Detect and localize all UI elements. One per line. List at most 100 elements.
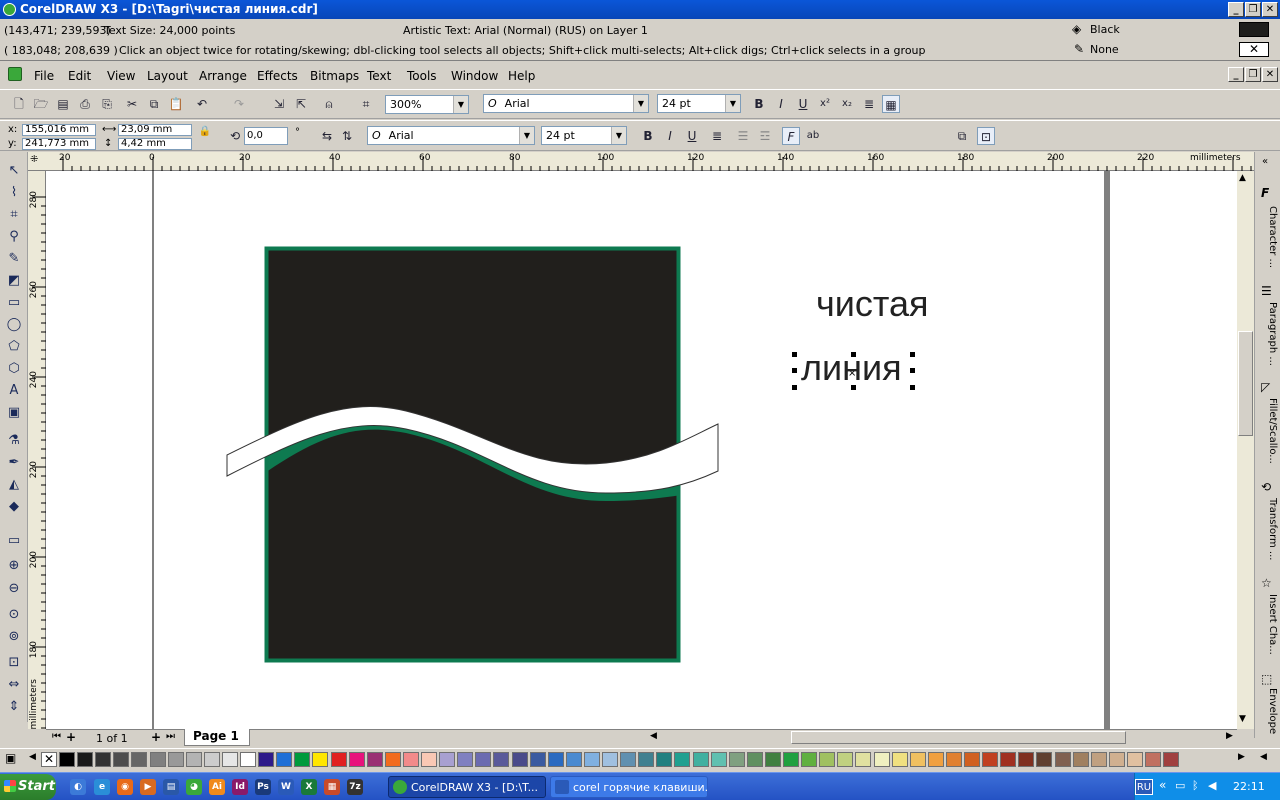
ie-icon[interactable]: e <box>94 779 110 795</box>
menu-text[interactable]: Text <box>367 69 391 83</box>
palette-swatch[interactable] <box>150 752 166 767</box>
close-button[interactable]: ✕ <box>1262 2 1278 17</box>
palette-swatch[interactable] <box>77 752 93 767</box>
palette-swatch[interactable] <box>1073 752 1089 767</box>
zoom-view-icon[interactable]: ▭ <box>5 532 23 550</box>
scroll-up-icon[interactable]: ▲ <box>1239 173 1246 183</box>
archive-icon[interactable]: ▦ <box>324 779 340 795</box>
align-icon[interactable]: ≣ <box>860 95 878 113</box>
palette-swatch[interactable] <box>131 752 147 767</box>
palette-swatch[interactable] <box>493 752 509 767</box>
palette-swatch[interactable] <box>1163 752 1179 767</box>
zoom-height-icon[interactable]: ⇕ <box>5 698 23 716</box>
menu-help[interactable]: Help <box>508 69 535 83</box>
arrange-front-icon[interactable]: ⧉ <box>953 127 971 145</box>
no-color-swatch[interactable]: ✕ <box>41 752 57 767</box>
docker-tab-character[interactable]: Character ... <box>1258 206 1278 268</box>
zoom-selected-icon[interactable]: ⊙ <box>5 606 23 624</box>
fill-tool-icon[interactable]: ◭ <box>5 476 23 494</box>
palette-swatch[interactable] <box>548 752 564 767</box>
palette-swatch[interactable] <box>312 752 328 767</box>
page-tab[interactable]: Page 1 <box>184 729 250 746</box>
palette-swatch[interactable] <box>294 752 310 767</box>
menu-file[interactable]: File <box>34 69 54 83</box>
edit-text-icon[interactable]: ▦ <box>882 95 900 113</box>
interactive-fill-icon[interactable]: ◆ <box>5 498 23 516</box>
palette-swatch[interactable] <box>837 752 853 767</box>
smart-fill-icon[interactable]: ◩ <box>5 272 23 290</box>
y-position-field[interactable]: 241,773 mm <box>22 138 96 150</box>
calculator-icon[interactable]: ▤ <box>163 779 179 795</box>
drawing-canvas[interactable]: × чистая линия <box>46 171 1237 729</box>
palette-swatch[interactable] <box>855 752 871 767</box>
palette-swatch[interactable] <box>620 752 636 767</box>
palette-swatch[interactable] <box>367 752 383 767</box>
table-tool-icon[interactable]: ▣ <box>5 404 23 422</box>
add-page-before-icon[interactable]: + <box>66 730 76 744</box>
chevron-down-icon[interactable]: ▼ <box>611 127 626 144</box>
palette-swatch[interactable] <box>1036 752 1052 767</box>
palette-swatch[interactable] <box>693 752 709 767</box>
format-text-icon[interactable]: F <box>782 127 800 145</box>
palette-swatch[interactable] <box>584 752 600 767</box>
convert-text-icon[interactable]: ⊡ <box>977 127 995 145</box>
show-desktop-icon[interactable]: ◐ <box>70 779 86 795</box>
zoom-out-icon[interactable]: ⊖ <box>5 580 23 598</box>
property-font-combo[interactable]: O Arial ▼ <box>367 126 535 145</box>
scroll-right-icon[interactable]: ▶ <box>1226 731 1233 741</box>
docker-tab-paragraph[interactable]: Paragraph ... <box>1258 302 1278 366</box>
docker-collapse-icon[interactable]: « <box>1262 156 1268 167</box>
palette-scroll-right-icon[interactable]: ▶ <box>1238 752 1245 762</box>
paste-icon[interactable]: 📋 <box>167 95 185 113</box>
angle-field[interactable]: 0,0 <box>244 127 288 145</box>
doc-restore-button[interactable]: ❐ <box>1245 67 1261 82</box>
palette-swatch[interactable] <box>512 752 528 767</box>
drop-cap-icon[interactable]: ☲ <box>756 127 774 145</box>
coreldraw-quick-icon[interactable]: ◕ <box>186 779 202 795</box>
mirror-horizontal-icon[interactable]: ⇆ <box>318 127 336 145</box>
docker-tab-insert-character[interactable]: Insert Cha... <box>1258 594 1278 655</box>
rectangle-tool-icon[interactable]: ▭ <box>5 294 23 312</box>
palette-swatch[interactable] <box>602 752 618 767</box>
firefox-icon[interactable]: ◉ <box>117 779 133 795</box>
outline-tool-icon[interactable]: ✒ <box>5 454 23 472</box>
save-icon[interactable]: ▤ <box>54 95 72 113</box>
last-page-icon[interactable]: ⏭ <box>166 731 175 742</box>
palette-swatch[interactable] <box>385 752 401 767</box>
palette-swatch[interactable] <box>946 752 962 767</box>
zoom-page-icon[interactable]: ⊡ <box>5 654 23 672</box>
menu-tools[interactable]: Tools <box>407 69 437 83</box>
7zip-icon[interactable]: 7z <box>347 779 363 795</box>
indesign-icon[interactable]: Id <box>232 779 248 795</box>
italic-icon[interactable]: I <box>772 95 790 113</box>
crop-tool-icon[interactable]: ⌗ <box>5 206 23 224</box>
export-icon[interactable]: ⇱ <box>292 95 310 113</box>
chevron-down-icon[interactable]: ▼ <box>725 95 740 112</box>
palette-swatch[interactable] <box>59 752 75 767</box>
media-icon[interactable]: ▶ <box>140 779 156 795</box>
palette-swatch[interactable] <box>783 752 799 767</box>
underline-icon[interactable]: U <box>794 95 812 113</box>
menu-view[interactable]: View <box>107 69 135 83</box>
palette-swatch[interactable] <box>1109 752 1125 767</box>
cut-icon[interactable]: ✂ <box>123 95 141 113</box>
palette-swatch[interactable] <box>964 752 980 767</box>
menu-edit[interactable]: Edit <box>68 69 91 83</box>
photoshop-icon[interactable]: Ps <box>255 779 271 795</box>
scroll-left-icon[interactable]: ◀ <box>650 731 657 741</box>
height-field[interactable]: 4,42 mm <box>118 138 192 150</box>
palette-swatch[interactable] <box>113 752 129 767</box>
shape-tool-icon[interactable]: ⌇ <box>5 184 23 202</box>
palette-swatch[interactable] <box>566 752 582 767</box>
scroll-thumb[interactable] <box>1238 331 1253 436</box>
outline-swatch[interactable]: ✕ <box>1239 42 1269 57</box>
palette-swatch[interactable] <box>819 752 835 767</box>
palette-swatch[interactable] <box>168 752 184 767</box>
zoom-in-icon[interactable]: ⊕ <box>5 557 23 575</box>
redo-icon[interactable]: ↷ <box>230 95 248 113</box>
illustrator-icon[interactable]: Ai <box>209 779 225 795</box>
bold-icon[interactable]: B <box>639 127 657 145</box>
palette-swatch[interactable] <box>1055 752 1071 767</box>
zoom-tool-icon[interactable]: ⚲ <box>5 228 23 246</box>
tray-expand-icon[interactable]: « <box>1159 778 1166 792</box>
